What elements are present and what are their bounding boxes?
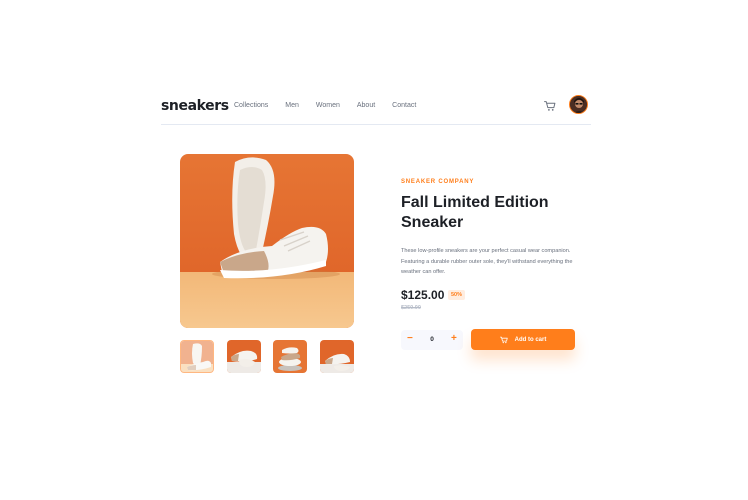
cart-icon[interactable] [544,100,556,112]
site-header: sneakers Collections Men Women About Con… [161,94,591,125]
plus-icon[interactable]: + [451,333,457,345]
nav-contact[interactable]: Contact [392,102,416,109]
thumbnail-3[interactable] [273,340,307,373]
avatar[interactable] [569,95,588,114]
company-name: SNEAKER COMPANY [401,179,475,185]
thumbnail-4[interactable] [320,340,354,373]
quantity-stepper: − 0 + [401,330,463,350]
nav-collections[interactable]: Collections [234,102,268,109]
original-price: $250.00 [401,305,421,311]
product-title: Fall Limited Edition Sneaker [401,194,549,231]
logo[interactable]: sneakers [161,98,229,114]
main-nav: Collections Men Women About Contact [234,102,416,109]
current-price: $125.00 [401,288,445,302]
nav-men[interactable]: Men [285,102,299,109]
discount-badge: 50% [448,290,466,300]
nav-about[interactable]: About [357,102,375,109]
thumbnail-2[interactable] [227,340,261,373]
product-image-main[interactable] [180,154,354,328]
thumbnail-strip [180,340,354,374]
thumbnail-1[interactable] [180,340,214,373]
add-to-cart-button[interactable]: Add to cart [471,329,575,350]
add-to-cart-label: Add to cart [514,336,547,343]
product-description: These low-profile sneakers are your perf… [401,248,573,275]
nav-women[interactable]: Women [316,102,340,109]
cart-icon [499,336,508,343]
